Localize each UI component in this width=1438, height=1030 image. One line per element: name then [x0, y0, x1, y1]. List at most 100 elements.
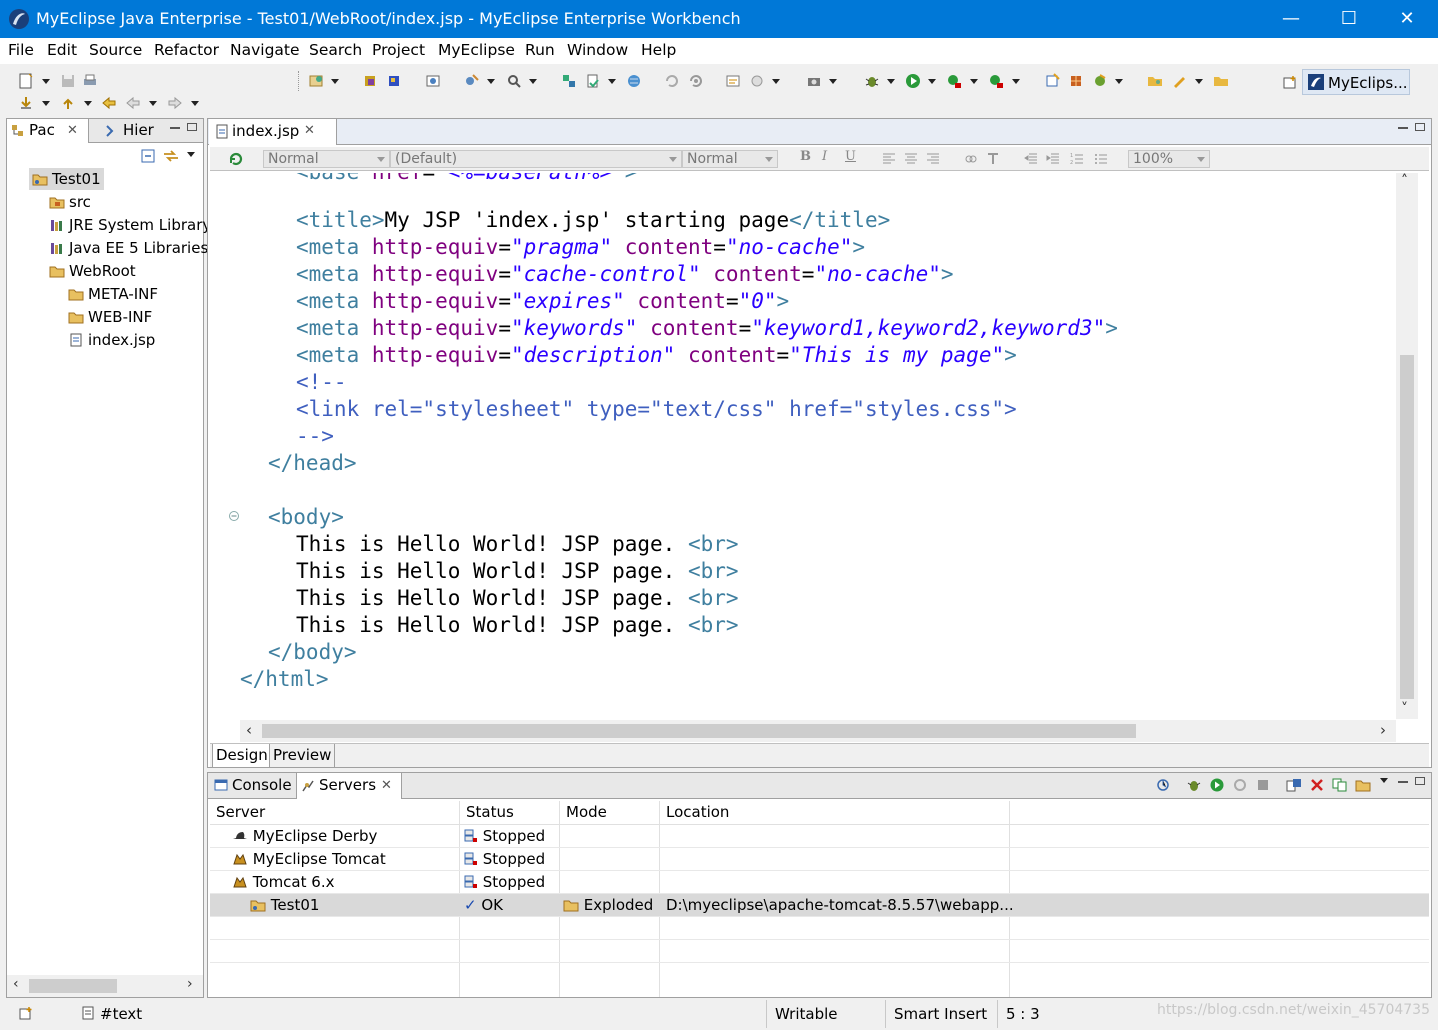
- menu-search[interactable]: Search: [309, 41, 362, 59]
- camera-dropdown-icon[interactable]: [829, 79, 837, 84]
- new-class-icon[interactable]: [1045, 73, 1061, 89]
- menu-navigate[interactable]: Navigate: [230, 41, 300, 59]
- close-tab-icon[interactable]: ✕: [67, 119, 78, 142]
- column-header-mode[interactable]: Mode: [566, 801, 607, 823]
- close-tab-icon[interactable]: ✕: [304, 119, 315, 143]
- tab-preview[interactable]: Preview: [269, 744, 336, 768]
- align-right-icon[interactable]: [926, 152, 940, 166]
- folder-open-icon[interactable]: [1213, 73, 1229, 89]
- table-row[interactable]: MyEclipse Tomcat Stopped: [210, 848, 1429, 871]
- fold-collapse-icon[interactable]: [228, 510, 240, 522]
- new-icon[interactable]: [18, 73, 34, 89]
- task-icon[interactable]: [725, 73, 741, 89]
- tree-item-src[interactable]: src: [49, 191, 91, 213]
- table-row[interactable]: MyEclipse Derby Stopped: [210, 825, 1429, 848]
- tab-hierarchy[interactable]: Hier: [91, 119, 161, 143]
- tab-index-jsp[interactable]: index.jsp ✕: [209, 119, 337, 145]
- menu-window[interactable]: Window: [567, 41, 628, 59]
- search-dropdown-icon[interactable]: [529, 79, 537, 84]
- open-folder-icon[interactable]: [1147, 73, 1163, 89]
- column-header-status[interactable]: Status: [466, 801, 514, 823]
- camera-icon[interactable]: [806, 73, 822, 89]
- run-external-icon[interactable]: [946, 73, 962, 89]
- new-package-icon[interactable]: [1068, 73, 1084, 89]
- sync-icon[interactable]: [688, 73, 704, 89]
- menu-refactor[interactable]: Refactor: [154, 41, 219, 59]
- open-type-icon[interactable]: [561, 73, 577, 89]
- stop-server-icon[interactable]: [1256, 778, 1270, 792]
- maximize-editor-icon[interactable]: [1415, 123, 1425, 131]
- editor-hscrollbar[interactable]: ‹ ›: [240, 720, 1396, 742]
- editor-hscroll-thumb[interactable]: [262, 724, 1136, 738]
- close-tab-icon[interactable]: ✕: [381, 773, 392, 798]
- tab-package-explorer[interactable]: Pac ✕: [7, 119, 89, 143]
- scroll-right-icon[interactable]: ›: [187, 976, 193, 992]
- ejb-icon[interactable]: [362, 73, 378, 89]
- align-left-icon[interactable]: [882, 152, 896, 166]
- import-icon[interactable]: [18, 95, 34, 111]
- remove-icon[interactable]: [1310, 778, 1324, 792]
- table-row[interactable]: Test01 ✓ OK Exploded D:\myeclipse\apache…: [210, 894, 1429, 917]
- deploy-icon[interactable]: [464, 73, 480, 89]
- tab-servers[interactable]: Servers ✕: [296, 773, 402, 799]
- bold-button[interactable]: B: [800, 149, 811, 164]
- zoom-select[interactable]: 100%: [1128, 150, 1210, 168]
- tab-design[interactable]: Design: [212, 744, 272, 768]
- start-server-icon[interactable]: [1210, 778, 1224, 792]
- new-dropdown-icon[interactable]: [42, 79, 50, 84]
- view-menu-icon[interactable]: [187, 152, 195, 157]
- back-dropdown-icon[interactable]: [149, 101, 157, 106]
- align-center-icon[interactable]: [904, 152, 918, 166]
- source-code-area[interactable]: <base href="<%=basePath%>"> <title>My JS…: [208, 173, 1394, 717]
- close-button[interactable]: ✕: [1378, 0, 1436, 38]
- scroll-left-icon[interactable]: ‹: [246, 721, 252, 739]
- outdent-icon[interactable]: [1024, 152, 1038, 166]
- refresh-icon[interactable]: [664, 73, 680, 89]
- tab-console[interactable]: Console: [210, 773, 296, 799]
- import-dropdown-icon[interactable]: [42, 101, 50, 106]
- profile-icon[interactable]: [988, 73, 1004, 89]
- refresh-design-icon[interactable]: [228, 151, 244, 167]
- pen-dropdown-icon[interactable]: [1195, 79, 1203, 84]
- menu-source[interactable]: Source: [89, 41, 142, 59]
- italic-button[interactable]: I: [822, 149, 827, 164]
- export-icon[interactable]: [60, 95, 76, 111]
- scroll-down-icon[interactable]: ˅: [1401, 701, 1408, 717]
- column-header-server[interactable]: Server: [216, 801, 265, 823]
- debug-server-icon[interactable]: [1186, 778, 1202, 792]
- tree-item-web-inf[interactable]: WEB-INF: [68, 306, 152, 328]
- view-menu-icon[interactable]: [1380, 778, 1388, 783]
- minimize-view-icon[interactable]: [1398, 781, 1408, 783]
- scroll-right-icon[interactable]: ›: [1380, 721, 1386, 739]
- forward-dropdown-icon[interactable]: [191, 101, 199, 106]
- debug-target-dropdown-icon[interactable]: [772, 79, 780, 84]
- open-perspective-icon[interactable]: [1282, 75, 1298, 91]
- bullet-list-icon[interactable]: [1094, 152, 1108, 166]
- search-icon[interactable]: [506, 73, 522, 89]
- pen-icon[interactable]: [1171, 73, 1187, 89]
- column-header-location[interactable]: Location: [666, 801, 729, 823]
- anchor-icon[interactable]: [986, 152, 1000, 166]
- font-family-select[interactable]: (Default): [390, 150, 682, 168]
- export-dropdown-icon[interactable]: [84, 101, 92, 106]
- open-browser-icon[interactable]: [425, 73, 441, 89]
- table-row[interactable]: Tomcat 6.x Stopped: [210, 871, 1429, 894]
- left-hscrollbar[interactable]: ‹ ›: [7, 975, 203, 997]
- copy-icon[interactable]: [1332, 778, 1348, 792]
- tree-item-javaee-library[interactable]: Java EE 5 Libraries: [49, 237, 208, 259]
- debug-icon[interactable]: [864, 73, 880, 89]
- minimize-editor-icon[interactable]: [1398, 127, 1408, 129]
- collapse-all-icon[interactable]: [141, 149, 155, 163]
- maximize-button[interactable]: ☐: [1320, 0, 1378, 38]
- debug-target-icon[interactable]: [749, 73, 765, 89]
- tree-item-meta-inf[interactable]: META-INF: [68, 283, 158, 305]
- tree-item-jre-library[interactable]: JRE System Library: [49, 214, 211, 236]
- run-icon[interactable]: [905, 73, 921, 89]
- font-size-select[interactable]: Normal: [682, 150, 778, 168]
- new-interface-dropdown-icon[interactable]: [1115, 79, 1123, 84]
- menu-file[interactable]: File: [8, 41, 34, 59]
- menu-run[interactable]: Run: [525, 41, 555, 59]
- open-resource-icon[interactable]: [585, 73, 601, 89]
- tree-item-project[interactable]: Test01: [29, 168, 104, 190]
- maximize-view-icon[interactable]: [187, 123, 197, 131]
